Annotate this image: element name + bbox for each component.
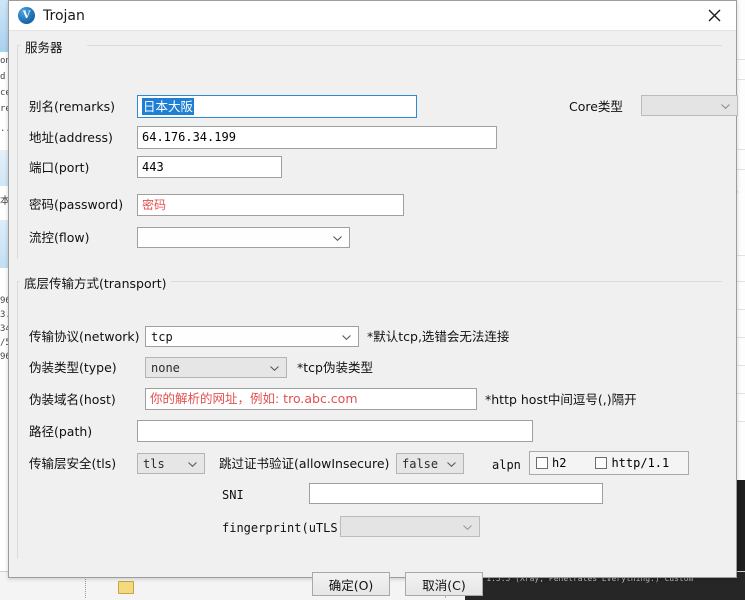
console-line-2: ... <box>467 584 743 595</box>
alpn-option-http11[interactable]: http/1.1 <box>595 456 669 470</box>
network-select[interactable]: tcp <box>145 326 359 347</box>
folder-icon <box>118 581 134 594</box>
trojan-config-dialog: Trojan 服务器 Core类型 别名(remarks) 日本大阪 地址(ad <box>8 0 737 578</box>
ok-button-label: 确定(O) <box>329 575 374 594</box>
ok-button[interactable]: 确定(O) <box>312 572 390 596</box>
type-label: 伪装类型(type) <box>29 360 117 376</box>
allow-insecure-label: 跳过证书验证(allowInsecure) <box>219 456 389 472</box>
address-input[interactable]: 64.176.34.199 <box>137 126 497 149</box>
path-input[interactable] <box>137 420 533 442</box>
alpn-label: alpn <box>492 457 521 473</box>
path-label: 路径(path) <box>29 424 92 440</box>
chevron-down-icon <box>463 525 472 530</box>
allow-insecure-select[interactable]: false <box>396 453 464 474</box>
remarks-input[interactable]: 日本大阪 <box>137 95 417 118</box>
chevron-down-icon <box>188 462 197 467</box>
chevron-down-icon <box>447 462 456 467</box>
alpn-option-http11-label: http/1.1 <box>611 456 669 470</box>
close-icon[interactable] <box>692 1 736 30</box>
sni-label: SNI <box>222 487 244 503</box>
port-input[interactable]: 443 <box>137 156 282 178</box>
address-label: 地址(address) <box>29 130 113 146</box>
chevron-down-icon <box>270 366 279 371</box>
remarks-label: 别名(remarks) <box>29 99 115 115</box>
tls-select[interactable]: tls <box>137 453 205 474</box>
core-type-select[interactable] <box>641 95 738 116</box>
background-divider <box>85 576 87 598</box>
host-input[interactable]: 你的解析的网址，例如: tro.abc.com <box>145 388 477 410</box>
type-hint: *tcp伪装类型 <box>297 360 373 376</box>
server-group-border <box>87 45 722 46</box>
alpn-option-h2-label: h2 <box>552 456 566 470</box>
tls-value: tls <box>143 457 165 471</box>
host-hint: *http host中间逗号(,)隔开 <box>485 392 637 408</box>
allow-insecure-value: false <box>402 457 438 471</box>
remarks-value: 日本大阪 <box>142 98 194 115</box>
server-group-title: 服务器 <box>21 37 67 56</box>
type-select[interactable]: none <box>145 357 287 378</box>
network-hint: *默认tcp,选错会无法连接 <box>367 329 509 345</box>
alpn-checkbox-group: h2 http/1.1 <box>529 451 689 475</box>
tls-label: 传输层安全(tls) <box>29 456 116 472</box>
password-label: 密码(password) <box>29 197 123 213</box>
core-type-label: Core类型 <box>569 99 623 115</box>
alpn-option-h2[interactable]: h2 <box>536 456 566 470</box>
transport-group-title: 底层传输方式(transport) <box>20 273 171 292</box>
chevron-down-icon <box>342 335 351 340</box>
title-bar: Trojan <box>9 1 736 31</box>
checkbox-unchecked-icon[interactable] <box>536 457 548 469</box>
server-group-border <box>17 45 18 259</box>
chevron-down-icon <box>721 104 730 109</box>
flow-label: 流控(flow) <box>29 230 90 246</box>
transport-group-border <box>17 281 18 559</box>
trojan-v-icon <box>18 7 35 24</box>
checkbox-unchecked-icon[interactable] <box>595 457 607 469</box>
network-value: tcp <box>151 330 173 344</box>
type-value: none <box>151 361 180 375</box>
transport-group-border <box>154 281 722 282</box>
sni-input[interactable] <box>309 483 603 504</box>
flow-select[interactable] <box>137 227 350 248</box>
cancel-button[interactable]: 取消(C) <box>405 572 483 596</box>
fingerprint-select[interactable] <box>340 516 480 537</box>
dialog-client-area: 服务器 Core类型 别名(remarks) 日本大阪 地址(address) … <box>9 31 736 578</box>
chevron-down-icon <box>333 236 342 241</box>
window-title: Trojan <box>43 8 85 24</box>
network-label: 传输协议(network) <box>29 329 140 345</box>
host-label: 伪装域名(host) <box>29 392 116 408</box>
password-input[interactable]: 密码 <box>137 194 404 216</box>
cancel-button-label: 取消(C) <box>422 575 465 594</box>
fingerprint-label: fingerprint(uTLS) <box>222 520 345 536</box>
port-label: 端口(port) <box>29 160 89 176</box>
